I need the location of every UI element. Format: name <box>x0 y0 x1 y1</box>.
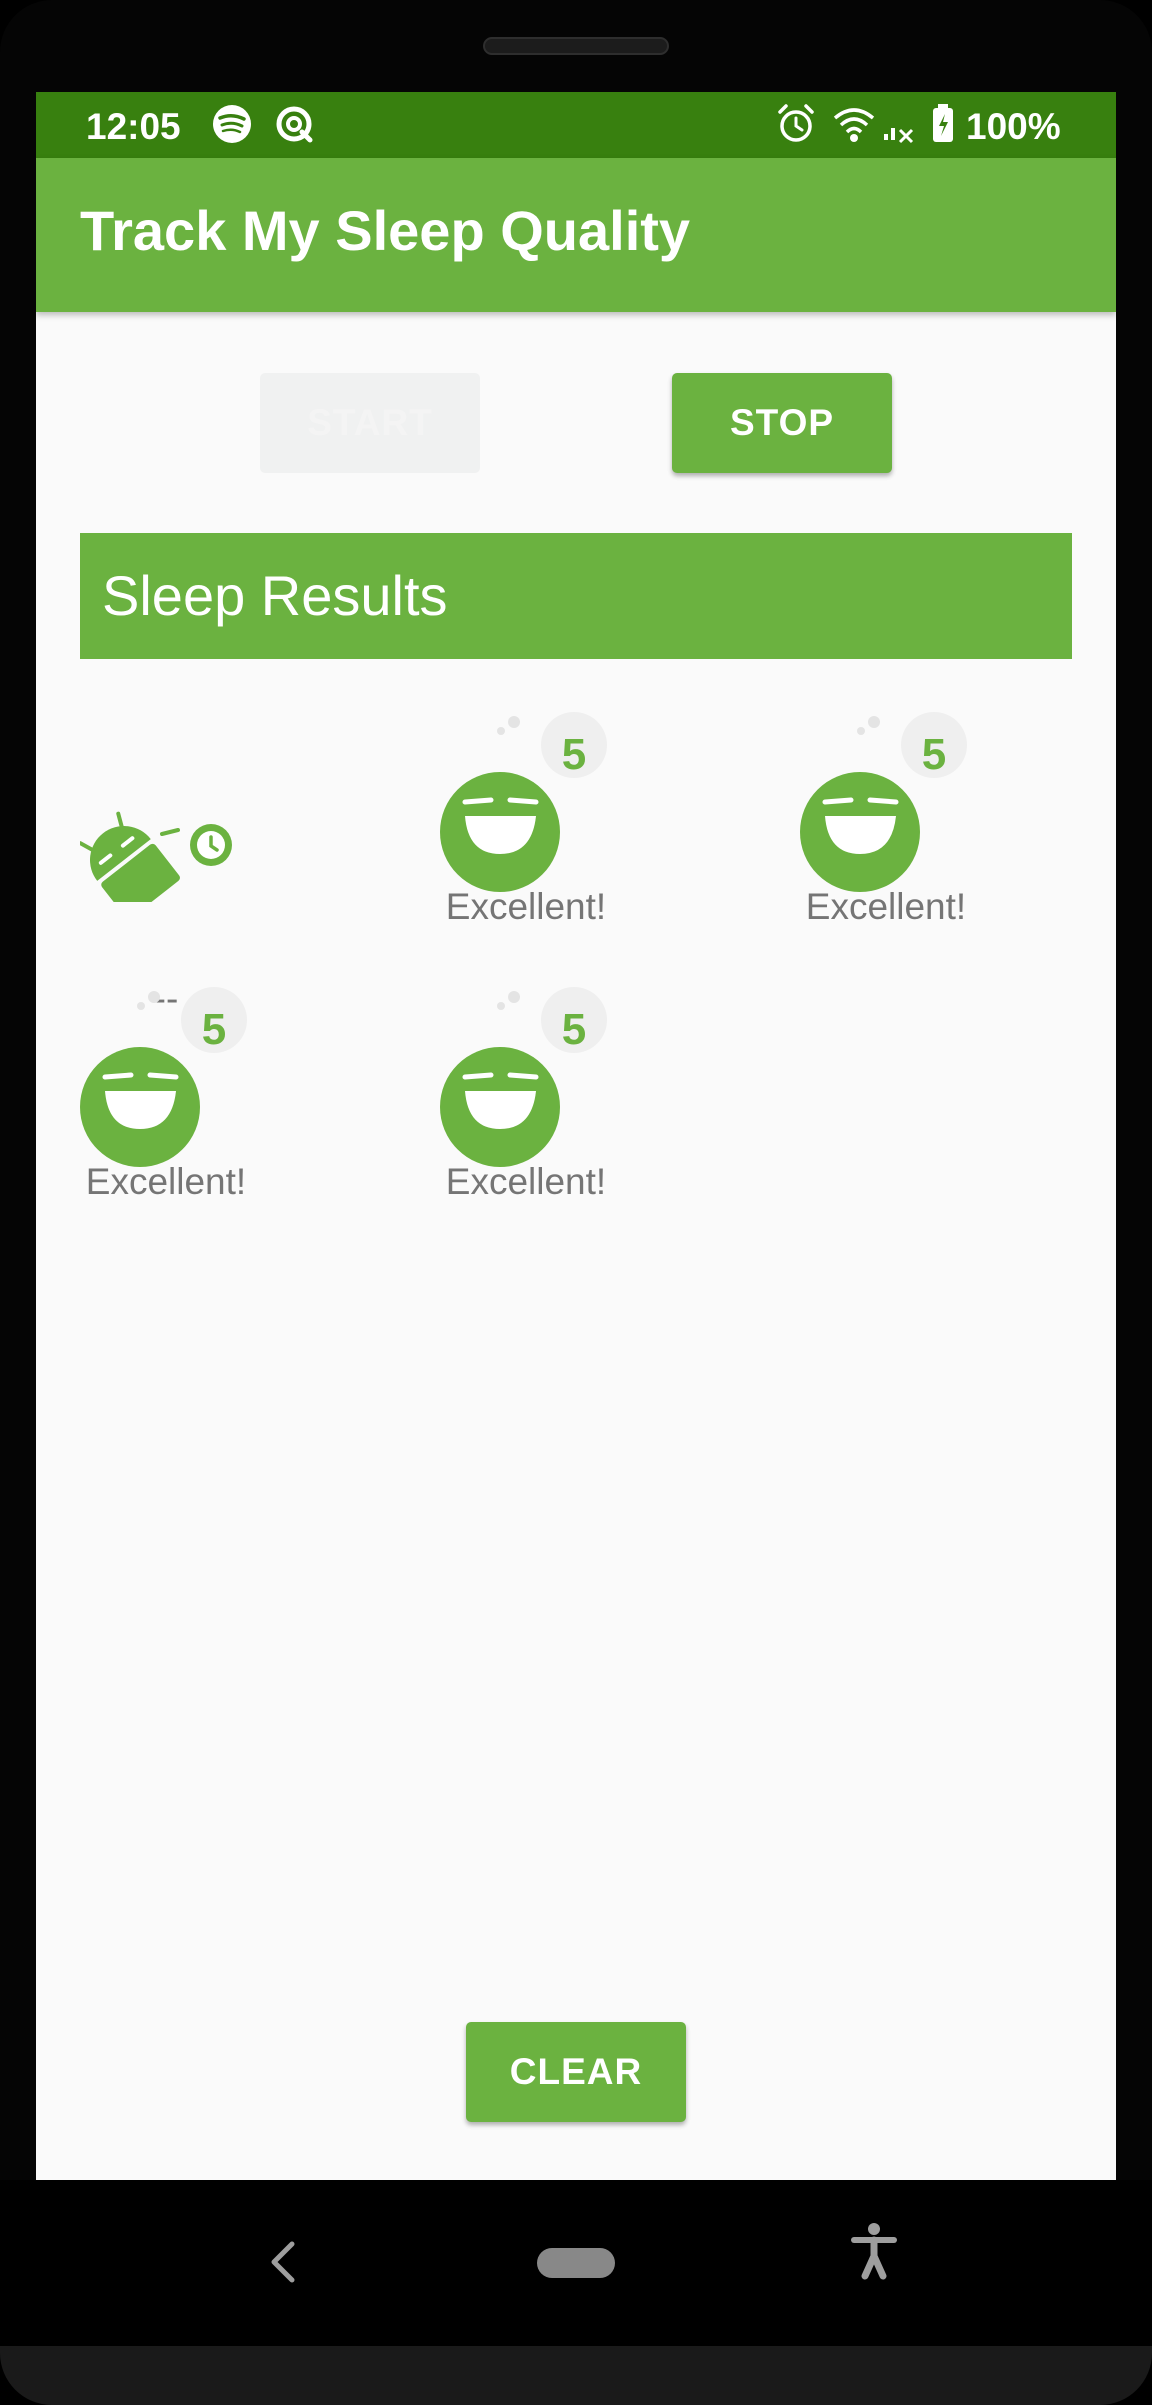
sleep-grid-item[interactable]: -- <box>80 782 380 1022</box>
device-chin <box>0 2346 1152 2405</box>
sleep-grid-item[interactable]: 5 Excellent! <box>800 712 1100 952</box>
app-bar: Track My Sleep Quality <box>36 158 1116 312</box>
signal-icon <box>884 128 914 144</box>
navigation-bar <box>0 2180 1152 2355</box>
sleep-quality-label: Excellent! <box>445 886 607 927</box>
accessibility-icon[interactable] <box>850 2222 898 2280</box>
sleep-score: 5 <box>561 730 587 779</box>
status-bar: 12:05 100% <box>36 92 1116 158</box>
sleep-quality-label: Excellent! <box>445 1161 607 1202</box>
sleep-quality-label: Excellent! <box>85 1161 247 1202</box>
sleep-active-icon <box>80 811 232 902</box>
app-title: Track My Sleep Quality <box>80 199 691 262</box>
sleep-grid-item[interactable]: 5 Excellent! <box>440 987 740 1227</box>
sleep-score: 5 <box>561 1005 587 1054</box>
start-button[interactable]: START <box>260 373 480 473</box>
battery-percent: 100% <box>966 106 1061 147</box>
sleep-grid-item[interactable]: 5 Excellent! <box>440 712 740 952</box>
alarm-icon <box>778 104 814 142</box>
sleep-grid-item[interactable]: 5 Excellent! <box>80 987 380 1227</box>
sleep-quality-label: Excellent! <box>805 886 967 927</box>
wifi-icon <box>833 108 875 142</box>
sync-icon <box>276 106 313 143</box>
sleep-score: 5 <box>921 730 947 779</box>
screen: 12:05 100% Track My Sleep Quality START … <box>36 92 1116 2180</box>
results-header: Sleep Results <box>80 533 1072 659</box>
device-frame: 12:05 100% Track My Sleep Quality START … <box>0 0 1152 2405</box>
clear-button[interactable]: CLEAR <box>466 2022 686 2122</box>
back-icon[interactable] <box>262 2232 302 2292</box>
sleep-score: 5 <box>201 1005 227 1054</box>
home-pill-icon[interactable] <box>537 2248 615 2278</box>
status-time: 12:05 <box>86 106 181 147</box>
spotify-icon <box>213 105 251 143</box>
earpiece-speaker <box>483 37 669 55</box>
stop-button[interactable]: STOP <box>672 373 892 473</box>
battery-icon <box>933 104 953 142</box>
results-title: Sleep Results <box>102 564 448 627</box>
